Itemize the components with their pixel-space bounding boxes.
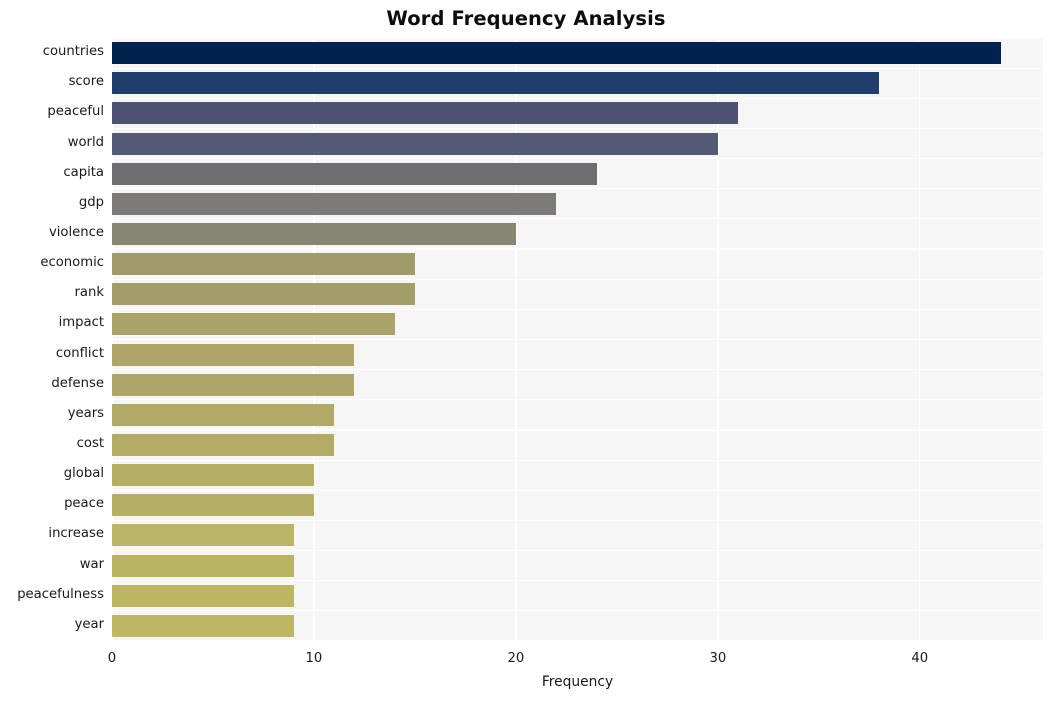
bar[interactable] xyxy=(112,343,355,366)
x-axis: 0 10 20 30 40 xyxy=(108,641,1043,671)
y-tick-label: defense xyxy=(51,375,104,391)
chart-figure: Word Frequency Analysis countries score pe… xyxy=(0,0,1052,701)
y-axis: countries score peaceful world capita gdp viol… xyxy=(0,38,112,641)
y-tick-label: year xyxy=(74,616,104,632)
y-gridline xyxy=(112,278,1043,280)
x-tick-label: 30 xyxy=(709,651,727,666)
bar[interactable] xyxy=(112,373,355,396)
y-tick-label: years xyxy=(67,405,104,421)
bar[interactable] xyxy=(112,403,335,426)
bar[interactable] xyxy=(112,434,335,457)
bar[interactable] xyxy=(112,102,739,125)
x-tick-label: 40 xyxy=(911,651,929,666)
x-tick-label: 10 xyxy=(305,651,323,666)
y-gridline xyxy=(112,459,1043,461)
y-tick-label: cost xyxy=(76,436,104,452)
bar[interactable] xyxy=(112,192,557,215)
y-tick-label: world xyxy=(67,134,104,150)
y-tick-label: peace xyxy=(64,496,104,512)
y-gridline xyxy=(112,338,1043,341)
plot-area xyxy=(112,38,1043,641)
y-tick-label: impact xyxy=(58,315,104,331)
bar[interactable] xyxy=(112,283,415,306)
y-gridline xyxy=(112,38,1043,39)
bar[interactable] xyxy=(112,253,415,276)
y-gridline xyxy=(112,97,1043,99)
bar[interactable] xyxy=(112,524,294,547)
y-tick-label: increase xyxy=(48,526,104,542)
y-tick-label: violence xyxy=(48,224,104,240)
bar[interactable] xyxy=(112,584,294,607)
bar[interactable] xyxy=(112,614,294,637)
y-tick-label: war xyxy=(79,556,104,572)
x-tick-label: 20 xyxy=(507,651,525,666)
y-gridline xyxy=(112,308,1043,310)
y-gridline xyxy=(112,489,1043,491)
y-gridline xyxy=(112,580,1043,582)
bar[interactable] xyxy=(112,42,1001,65)
x-tick-label: 0 xyxy=(107,651,117,666)
bar[interactable] xyxy=(112,494,314,517)
bar[interactable] xyxy=(112,72,880,95)
bar[interactable] xyxy=(112,313,395,336)
y-gridline xyxy=(112,248,1043,250)
y-gridline xyxy=(112,158,1043,160)
y-gridline xyxy=(112,610,1043,612)
y-gridline xyxy=(112,429,1043,431)
bar[interactable] xyxy=(112,464,314,487)
bar[interactable] xyxy=(112,554,294,577)
y-tick-label: peaceful xyxy=(47,104,104,120)
y-gridline xyxy=(112,549,1043,552)
bar[interactable] xyxy=(112,162,597,185)
y-tick-label: economic xyxy=(40,255,104,271)
y-tick-label: score xyxy=(68,74,104,90)
y-gridline xyxy=(112,369,1043,371)
bar[interactable] xyxy=(112,132,718,155)
y-gridline xyxy=(112,67,1043,69)
y-gridline xyxy=(112,399,1043,401)
y-gridline xyxy=(112,519,1043,521)
y-tick-label: countries xyxy=(42,44,104,60)
bar[interactable] xyxy=(112,222,516,245)
y-tick-label: gdp xyxy=(78,194,104,210)
y-gridline xyxy=(112,127,1043,130)
y-tick-label: global xyxy=(63,466,104,482)
y-tick-label: peacefulness xyxy=(17,586,104,602)
y-tick-label: rank xyxy=(74,285,105,301)
y-gridline xyxy=(112,188,1043,190)
y-tick-label: conflict xyxy=(55,345,104,361)
chart-title: Word Frequency Analysis xyxy=(386,7,666,30)
x-axis-label: Frequency xyxy=(541,674,614,690)
y-tick-label: capita xyxy=(63,164,104,180)
y-gridline xyxy=(112,218,1043,220)
